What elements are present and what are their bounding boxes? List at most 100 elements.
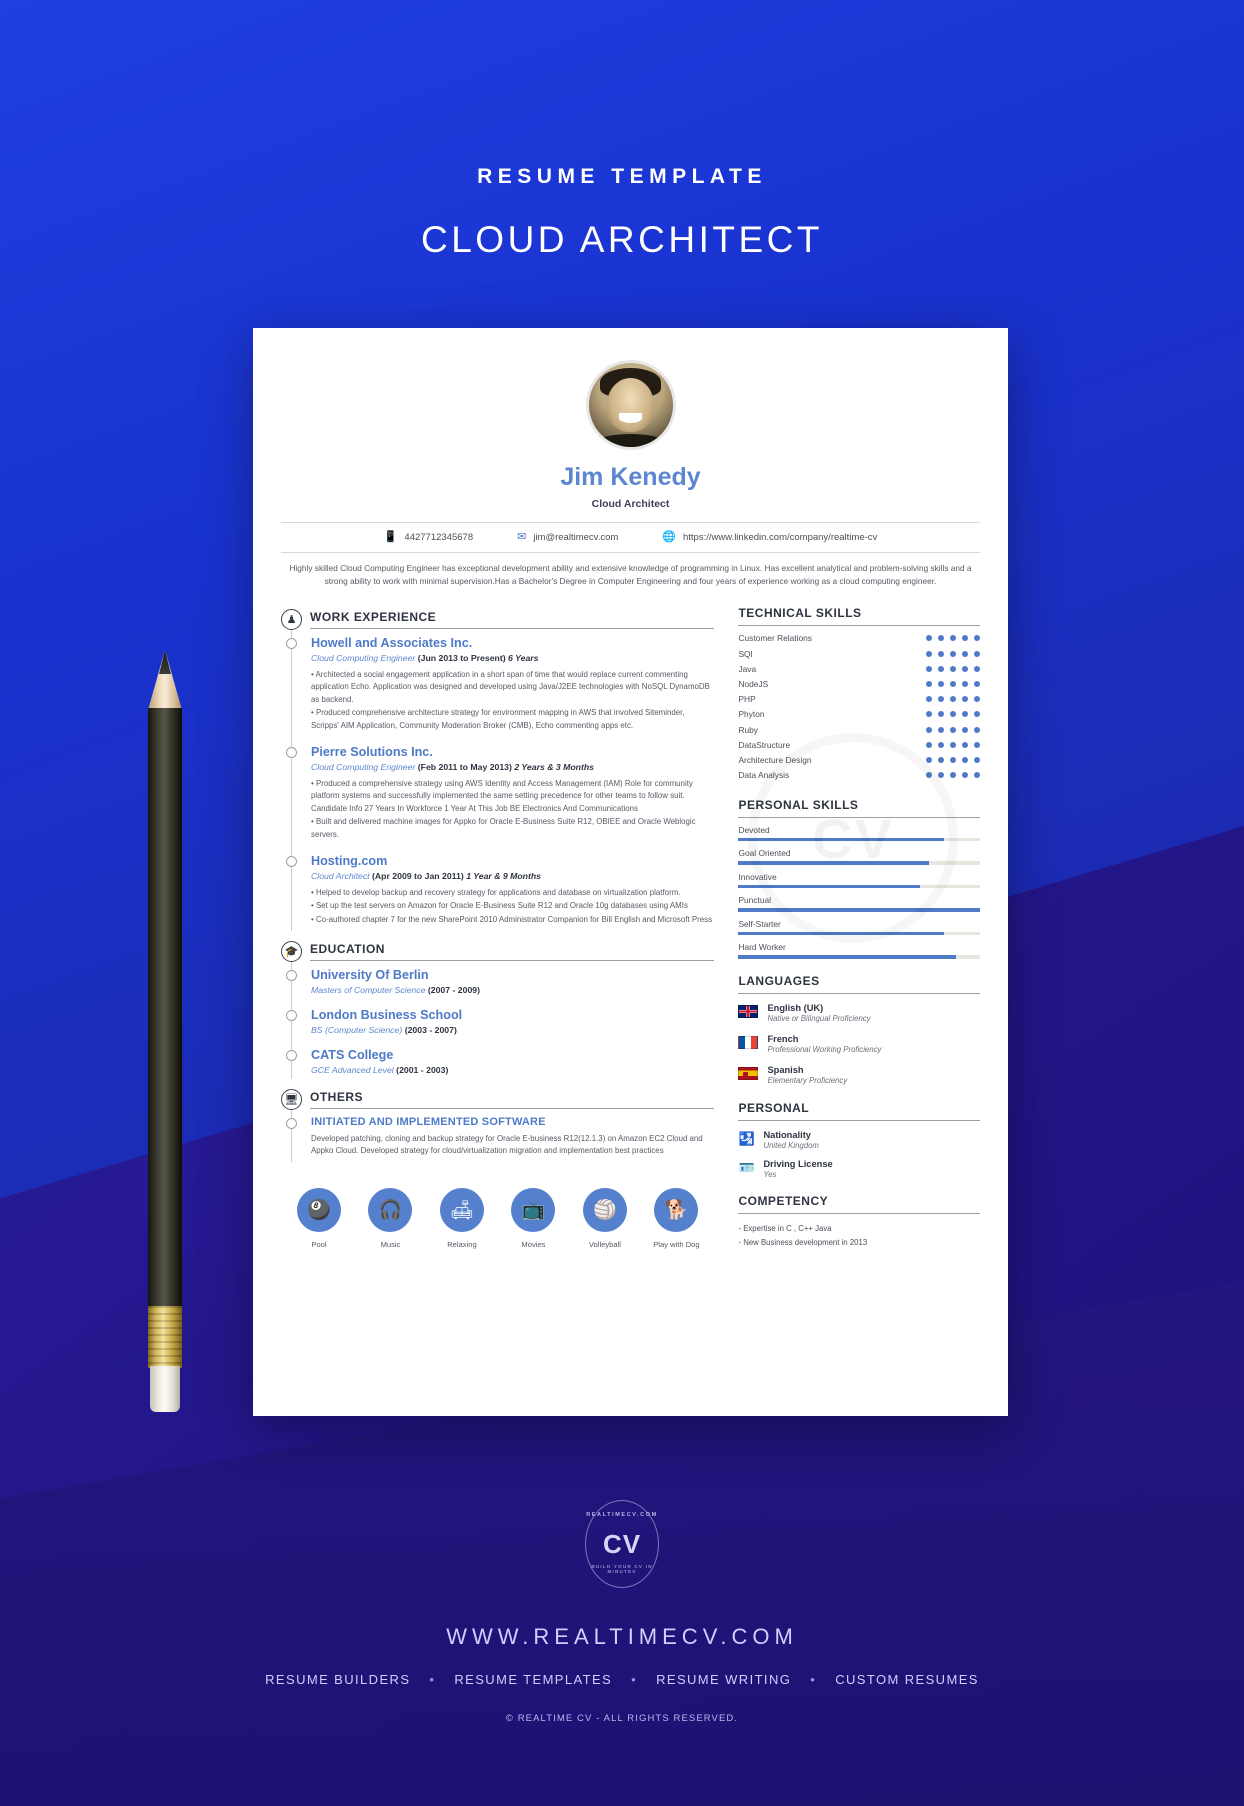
- dog-icon: 🐕: [654, 1187, 699, 1232]
- work-company: Pierre Solutions Inc.: [311, 745, 433, 760]
- personal-skill-bar: [738, 955, 980, 959]
- hobby-item[interactable]: 🎧 Music: [358, 1187, 422, 1249]
- technical-skill-name: Phyton: [738, 709, 765, 720]
- footer-link-resume-templates[interactable]: RESUME TEMPLATES: [454, 1672, 612, 1687]
- candidate-summary: Highly skilled Cloud Computing Engineer …: [281, 552, 980, 589]
- education-school: CATS College: [311, 1047, 394, 1062]
- competency-item: - New Business development in 2013: [738, 1238, 868, 1248]
- personal-skill-row: Self-Starter: [738, 912, 980, 936]
- work-company: Hosting.com: [311, 854, 388, 869]
- contact-email[interactable]: ✉ jim@realtimecv.com: [517, 531, 619, 544]
- graduation-cap-icon: 🎓: [281, 941, 302, 963]
- timeline-dot-icon: [286, 747, 297, 759]
- contact-website[interactable]: 🌐 https://www.linkedin.com/company/realt…: [662, 532, 877, 544]
- personal-row: 🛂 Nationality United Kingdom: [738, 1121, 980, 1150]
- passport-icon: 🛂: [738, 1131, 755, 1147]
- personal-skills-section: PERSONAL SKILLS Devoted Goal Oriented In…: [738, 798, 980, 959]
- work-item: Hosting.com Cloud Architect (Apr 2009 to…: [286, 854, 714, 926]
- work-duration: 2 Years & 3 Months: [514, 761, 595, 772]
- personal-label: Nationality: [763, 1130, 811, 1141]
- technical-skill-row: Architecture Design: [738, 752, 980, 767]
- email-icon: ✉: [517, 531, 527, 543]
- education-item: University Of Berlin Masters of Computer…: [286, 968, 714, 995]
- timeline-dot-icon: [286, 1049, 297, 1061]
- contact-email-value: jim@realtimecv.com: [533, 532, 619, 543]
- hobbies-row: 🎱 Pool 🎧 Music 🛋 Relaxing 📺 Movies 🏐 Vol…: [287, 1187, 708, 1249]
- language-row: Spanish Elementary Proficiency: [738, 1056, 980, 1087]
- footer-separator: •: [631, 1672, 638, 1687]
- footer-link-custom-resumes[interactable]: CUSTOM RESUMES: [835, 1672, 979, 1687]
- footer-link-resume-writing[interactable]: RESUME WRITING: [656, 1672, 791, 1687]
- work-dates: (Feb 2011 to May 2013): [417, 761, 512, 772]
- technical-skill-row: SQl: [738, 646, 980, 661]
- education-meta: Masters of Computer Science (2007 - 2009…: [311, 985, 714, 995]
- others-section-header: 🖥 OTHERS: [281, 1088, 715, 1110]
- skill-rating-dots: [926, 650, 980, 657]
- skill-rating-dots: [926, 681, 980, 688]
- technical-skill-name: PHP: [738, 694, 756, 705]
- tv-icon: 📺: [511, 1187, 556, 1232]
- timeline-dot-icon: [286, 637, 297, 649]
- page-footer: REALTIMECV.COM CV BUILD YOUR CV IN MINUT…: [0, 1500, 1244, 1724]
- hobby-item[interactable]: 📺 Movies: [501, 1187, 565, 1249]
- pencil-ferrule: [148, 1306, 182, 1368]
- timeline-dot-icon: [286, 1117, 297, 1129]
- language-proficiency: Professional Working Proficiency: [767, 1044, 882, 1054]
- personal-title: PERSONAL: [738, 1101, 980, 1122]
- pool-table-icon: 🎱: [297, 1187, 341, 1232]
- education-degree: GCE Advanced Level: [311, 1064, 394, 1075]
- hobby-item[interactable]: 🎱 Pool: [287, 1187, 351, 1249]
- competency-item: - Expertise in C , C++ Java: [738, 1224, 832, 1234]
- hobby-label: Movies: [521, 1239, 546, 1249]
- others-title: OTHERS: [310, 1090, 715, 1109]
- badge-text: CV: [602, 1528, 642, 1559]
- footer-link-resume-builders[interactable]: RESUME BUILDERS: [265, 1672, 410, 1687]
- education-years: (2003 - 2007): [404, 1024, 457, 1035]
- hammock-icon: 🛋: [439, 1187, 484, 1232]
- language-name: English (UK): [767, 1002, 824, 1013]
- work-bullets: • Produced a comprehensive strategy usin…: [311, 778, 714, 841]
- skill-rating-dots: [926, 696, 980, 703]
- candidate-role: Cloud Architect: [591, 498, 670, 510]
- personal-skill-name: Punctual: [738, 895, 772, 906]
- technical-skill-name: Architecture Design: [738, 754, 812, 765]
- language-name: French: [767, 1033, 799, 1044]
- technical-skill-name: SQl: [738, 648, 753, 659]
- personal-skill-row: Devoted: [738, 818, 980, 842]
- technical-skills-title: TECHNICAL SKILLS: [738, 606, 980, 626]
- work-experience-timeline: Howell and Associates Inc. Cloud Computi…: [286, 629, 714, 932]
- technical-skill-name: DataStructure: [738, 739, 791, 750]
- hobby-item[interactable]: 🏐 Volleyball: [573, 1187, 637, 1249]
- resume-columns: ♟ WORK EXPERIENCE Howell and Associates …: [281, 605, 980, 1265]
- contact-phone[interactable]: 📱 4427712345678: [384, 532, 473, 544]
- technical-skill-name: Data Analysis: [738, 770, 790, 781]
- realtimecv-logo-badge[interactable]: REALTIMECV.COM CV BUILD YOUR CV IN MINUT…: [585, 1500, 659, 1588]
- uk-flag-icon: [738, 1004, 759, 1018]
- technical-skill-name: Ruby: [738, 724, 758, 735]
- others-timeline: INITIATED AND IMPLEMENTED SOFTWARE Devel…: [286, 1109, 714, 1162]
- work-bullet: • Set up the test servers on Amazon for …: [311, 901, 688, 911]
- id-card-icon: 🪪: [738, 1160, 755, 1176]
- hobby-item[interactable]: 🛋 Relaxing: [430, 1187, 494, 1249]
- personal-skill-row: Punctual: [738, 888, 980, 912]
- technical-skill-row: Data Analysis: [738, 768, 980, 783]
- personal-row: 🪪 Driving License Yes: [738, 1150, 980, 1179]
- education-timeline: University Of Berlin Masters of Computer…: [286, 962, 714, 1079]
- work-meta: Cloud Computing Engineer (Jun 2013 to Pr…: [311, 653, 714, 663]
- footer-website-url[interactable]: WWW.REALTIMECV.COM: [0, 1624, 1244, 1650]
- footer-separator: •: [810, 1672, 817, 1687]
- personal-skill-name: Innovative: [738, 871, 777, 882]
- hobby-item[interactable]: 🐕 Play with Dog: [644, 1187, 708, 1249]
- language-row: English (UK) Native or Bilingual Profici…: [738, 994, 980, 1025]
- resume-sheet: CV Jim Kenedy Cloud Architect 📱 44277123…: [253, 328, 1008, 1416]
- personal-label: Driving License: [763, 1159, 833, 1170]
- education-meta: GCE Advanced Level (2001 - 2003): [311, 1065, 714, 1075]
- work-meta: Cloud Architect (Apr 2009 to Jan 2011) 1…: [311, 871, 714, 881]
- skill-rating-dots: [926, 726, 980, 733]
- pencil-eraser: [150, 1366, 180, 1412]
- technical-skill-row: Ruby: [738, 722, 980, 737]
- personal-section: PERSONAL 🛂 Nationality United Kingdom 🪪 …: [738, 1101, 980, 1179]
- language-proficiency: Elementary Proficiency: [767, 1075, 848, 1085]
- technical-skill-row: NodeJS: [738, 676, 980, 691]
- resume-right-column: TECHNICAL SKILLS Customer Relations SQl …: [738, 605, 980, 1265]
